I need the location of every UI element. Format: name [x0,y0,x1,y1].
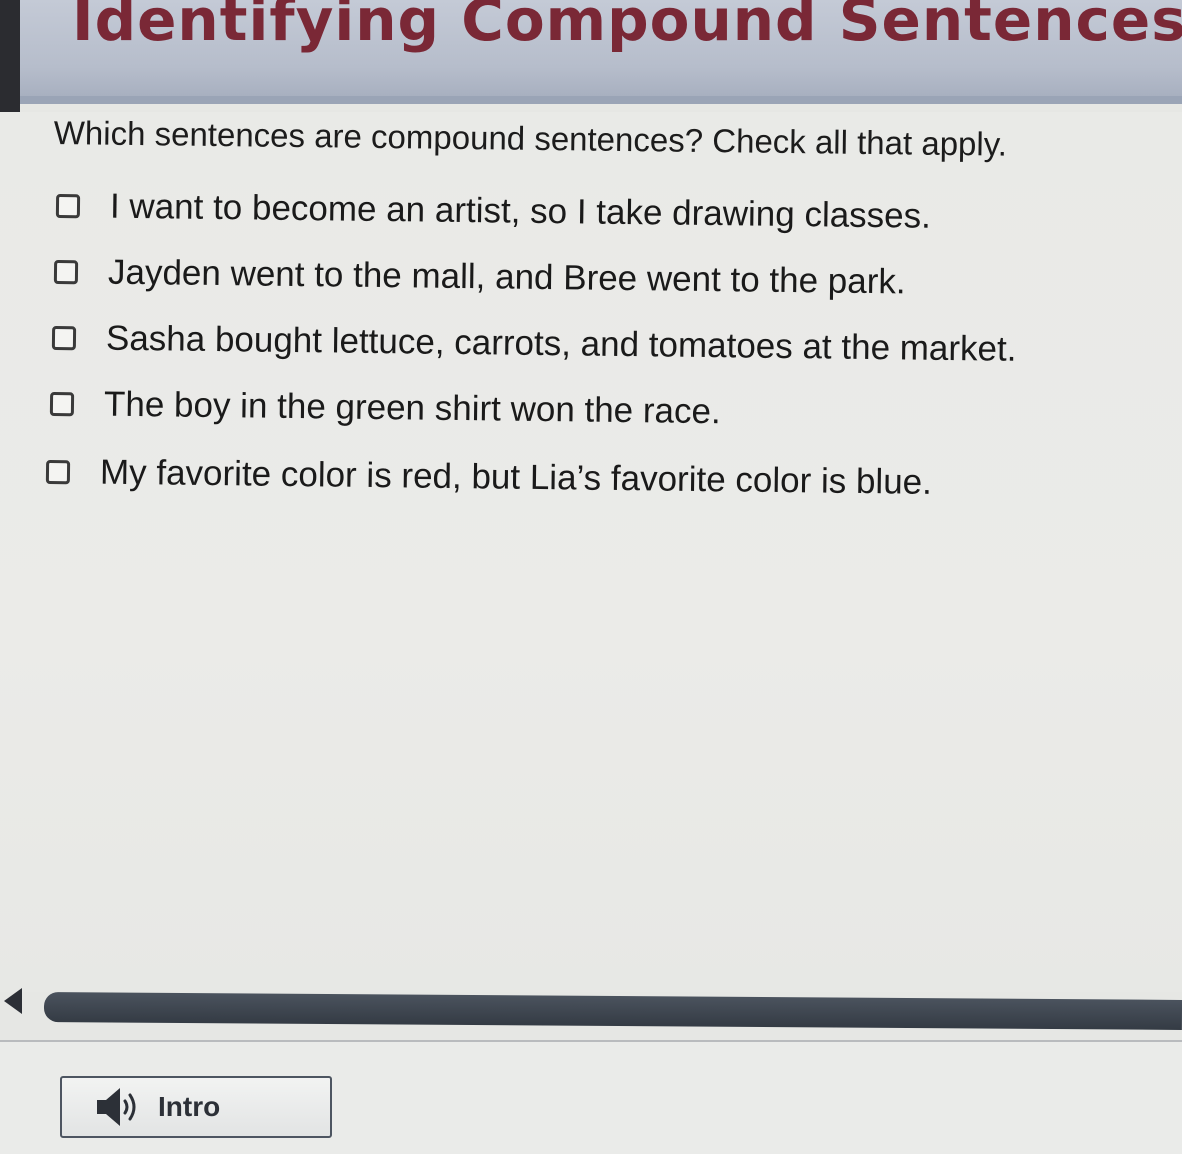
intro-button[interactable]: Intro [60,1076,332,1138]
page-header: Identifying Compound Sentences [20,0,1182,104]
option-4-label: The boy in the green shirt won the race. [103,384,721,432]
scroll-left-arrow-icon[interactable] [4,988,22,1014]
intro-label: Intro [158,1091,221,1122]
checkbox-5[interactable] [45,460,71,485]
option-4[interactable]: The boy in the green shirt won the race. [49,384,721,432]
checkbox-4[interactable] [49,392,75,417]
checkbox-1[interactable] [55,194,81,219]
horizontal-scrollbar[interactable] [43,992,1182,1030]
speaker-icon [97,1088,136,1126]
left-bezel [0,0,20,112]
question-panel [0,112,1182,992]
checkbox-3[interactable] [51,326,77,351]
checkbox-2[interactable] [53,260,79,285]
page-title: Identifying Compound Sentences [72,0,1182,54]
